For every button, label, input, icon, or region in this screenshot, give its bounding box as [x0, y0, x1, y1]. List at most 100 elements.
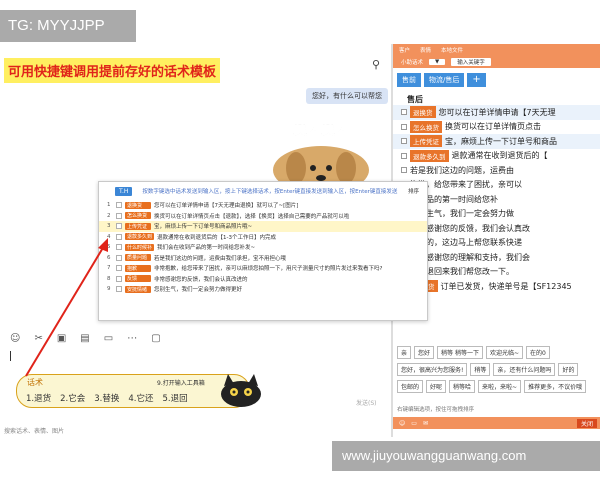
banner-caption: 可用快捷键调用提前存好的话术模板	[4, 58, 221, 83]
phrase-search-input[interactable]: 输入关键字	[451, 58, 491, 66]
panel-top-tab[interactable]: 本地文件	[441, 46, 463, 54]
row-number: 3	[107, 223, 111, 230]
row-tag: 怎么换货	[125, 212, 151, 220]
add-tab-button[interactable]: +	[467, 73, 486, 87]
row-text: 非常感谢您的反馈，我们会认真改进的	[154, 276, 248, 283]
row-number: 2	[107, 212, 111, 219]
popup-row[interactable]: 1 退换货 您可以在订单详情申请【7天无理由退换】就可以了~[图片]	[99, 200, 427, 211]
quick-reply-chip[interactable]: 亲，还有什么问题吗	[493, 363, 556, 376]
red-arrow	[25, 238, 108, 377]
open-toolbox-button[interactable]: 9.打开输入工具箱	[157, 378, 205, 387]
sort-button[interactable]: 排序	[408, 187, 419, 195]
category-tabs: 售前 物流/售后 +	[393, 70, 600, 90]
phrase-item[interactable]: 若是我们这边的问题，运费由	[393, 163, 600, 178]
person-icon[interactable]: ⚲	[372, 58, 380, 71]
quick-item[interactable]: 1.退货	[26, 392, 51, 404]
row-text: 非常抱歉，给您带来了困扰，亲可以麻烦您拍照一下，用尺子测量尺寸的照片发过来我看下…	[154, 266, 383, 273]
quick-reply-chip[interactable]: 在的0	[525, 346, 550, 359]
row-text: 您别生气，我们一定会努力做得更好	[154, 287, 243, 294]
phrase-checkbox[interactable]	[401, 109, 407, 116]
doge-caption: 莫西莫西	[292, 121, 349, 138]
quick-reply-chip[interactable]: 来啦，来啦~	[478, 380, 522, 393]
phrase-item[interactable]: 退款多久到 退款通常在收到退货后的【	[393, 149, 600, 164]
watermark-bottom: www.jiuyouwangguanwang.com	[332, 441, 600, 471]
category-tab[interactable]: 物流/售后	[424, 73, 465, 87]
row-tag: 抱歉	[125, 264, 151, 272]
row-checkbox[interactable]	[116, 223, 122, 230]
quick-reply-chip[interactable]: 好的	[558, 363, 579, 376]
row-tag: 反馈	[125, 275, 151, 283]
quick-reply-chip[interactable]: 您好，很高兴为您服务!	[397, 363, 468, 376]
quick-phrase-popup: T.H 按数字键选中话术发送到输入区，按上下键选择话术，按Enter键直接发送到…	[98, 181, 428, 321]
popup-badge: T.H	[115, 186, 133, 196]
popup-row[interactable]: 6 质量问题 若是我们这边的问题，运费由我们承担，宝不用担心哦	[99, 253, 427, 264]
chat-icon[interactable]: ✉	[423, 420, 428, 427]
close-button[interactable]: 关闭	[576, 418, 597, 428]
send-button[interactable]: 发送(S)	[356, 398, 377, 407]
phrase-tag: 上传凭证	[410, 135, 442, 148]
popup-row[interactable]: 7 抱歉 非常抱歉，给您带来了困扰，亲可以麻烦您拍照一下，用尺子测量尺寸的照片发过来…	[99, 263, 427, 274]
chat-bubble: 您好，有什么可以帮您	[306, 88, 388, 104]
quick-reply-chip[interactable]: 稍等哈	[449, 380, 476, 393]
row-number: 1	[107, 202, 111, 209]
row-checkbox[interactable]	[116, 212, 122, 219]
phrase-checkbox[interactable]	[401, 152, 407, 159]
row-tag: 退换货	[125, 201, 151, 209]
phrase-source-label: 小助话术	[401, 60, 424, 66]
popup-row[interactable]: 5 什么时候补 我们会在收到产品的第一时间给您补发~	[99, 242, 427, 253]
row-checkbox[interactable]	[116, 202, 122, 209]
quick-item[interactable]: 3.替换	[94, 392, 119, 404]
row-tag: 质量问题	[125, 254, 151, 262]
folder-icon[interactable]: ▭	[411, 420, 417, 427]
quick-item[interactable]: 5.退回	[163, 392, 188, 404]
quick-reply-chip[interactable]: 稍等	[470, 363, 491, 376]
quick-reply-chip[interactable]: 推荐更多，不议价哦	[524, 380, 587, 393]
screen-icon[interactable]: ▢	[151, 333, 160, 344]
phrase-checkbox[interactable]	[401, 167, 407, 174]
row-text: 宝，麻烦上传一下订单号和商品照片哦~	[154, 224, 253, 231]
phrase-checkbox[interactable]	[401, 123, 407, 130]
popup-row[interactable]: 4 退款多久到 退款通常在收到退货后的【1-3个工作日】内完成	[99, 232, 427, 243]
panel-hint: 右键编辑选项，按住可拖拽排序	[397, 407, 475, 413]
phrase-item[interactable]: 怎么换货 换货可以在订单详情页点击	[393, 120, 600, 135]
quick-reply-row: 您好，很高兴为您服务! 稍等 亲，还有什么问题吗 好的	[393, 361, 600, 378]
text-cursor[interactable]	[10, 351, 11, 361]
phrase-checkbox[interactable]	[401, 138, 407, 145]
row-text: 若是我们这边的问题，运费由我们承担，宝不用担心哦	[154, 255, 287, 262]
popup-row[interactable]: 8 反馈 非常感谢您的反馈，我们会认真改进的	[99, 274, 427, 285]
panel-top-tab[interactable]: 客户	[399, 46, 410, 54]
row-text: 我们会在收到产品的第一时间给您补发~	[157, 245, 256, 252]
quick-reply-chip[interactable]: 您好	[414, 346, 435, 359]
quick-reply-row: 亲您好 稍等 稍等一下 欢迎光临~ 在的0	[393, 344, 600, 361]
watermark-top: TG: MYYJJPP	[0, 10, 136, 42]
popup-hint: 按数字键选中话术发送到输入区，按上下键选择话术，按Enter键直接发送到输入区，…	[142, 189, 398, 195]
panel-top-tab[interactable]: 表情	[420, 46, 431, 54]
row-tag: 退款多久到	[125, 233, 155, 241]
more-icon[interactable]: ⋯	[127, 333, 137, 344]
smile-icon[interactable]: ☺	[399, 420, 405, 427]
popup-list: 1 退换货 您可以在订单详情申请【7天无理由退换】就可以了~[图片] 2 怎么换货 换货可…	[99, 200, 427, 295]
quick-item[interactable]: 2.它会	[60, 392, 85, 404]
quick-reply-chip[interactable]: 包邮的	[397, 380, 424, 393]
popup-row[interactable]: 9 安抚情绪 您别生气，我们一定会努力做得更好	[99, 284, 427, 295]
popup-row[interactable]: 3 上传凭证 宝，麻烦上传一下订单号和商品照片哦~	[99, 221, 427, 232]
quick-item[interactable]: 4.它还	[128, 392, 153, 404]
row-tag: 安抚情绪	[125, 285, 151, 293]
phrase-item[interactable]: 退换货 您可以在订单详情申请【7天无理	[393, 105, 600, 120]
quick-reply-chip[interactable]: 好呢	[426, 380, 447, 393]
category-tab[interactable]: 售前	[397, 73, 421, 87]
quick-reply-chip[interactable]: 欢迎光临~	[485, 346, 523, 359]
popup-row[interactable]: 2 怎么换货 换货可以在订单详情页点击【退款】，选择【换货】选择自己需要的产品就可以…	[99, 211, 427, 222]
row-text: 您可以在订单详情申请【7天无理由退换】就可以了~[图片]	[154, 203, 299, 210]
popup-header: T.H 按数字键选中话术发送到输入区，按上下键选择话术，按Enter键直接发送到…	[99, 182, 427, 200]
phrase-source-select[interactable]: ▼	[429, 59, 446, 65]
phrase-tag: 退款多久到	[410, 149, 449, 162]
quick-reply-chip[interactable]: 稍等 稍等一下	[437, 346, 483, 359]
section-title: 售后	[407, 95, 423, 104]
panel-toolbar: 小助话术 ▼ 输入关键字	[393, 56, 600, 68]
row-tag: 什么时候补	[125, 243, 155, 251]
phrase-item[interactable]: 上传凭证 宝，麻烦上传一下订单号和商品	[393, 134, 600, 149]
smile-icon[interactable]: ☺	[10, 333, 20, 344]
row-text: 换货可以在订单详情页点击【退款】，选择【换货】选择自己需要的产品就可以啦	[154, 213, 350, 220]
quick-reply-chip[interactable]: 亲	[397, 346, 412, 359]
